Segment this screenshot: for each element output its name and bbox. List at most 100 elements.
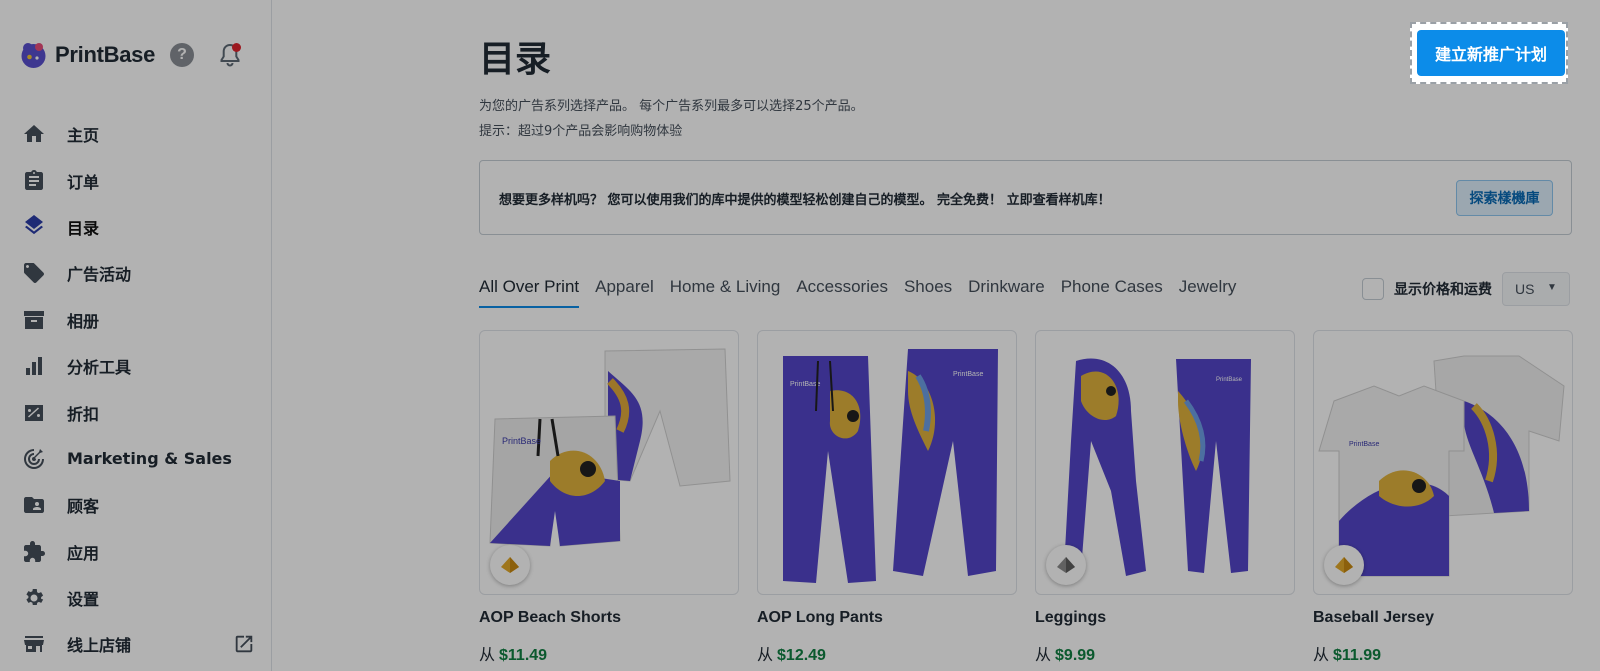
svg-text:PrintBase: PrintBase [953, 371, 983, 378]
main-content: 目录 为您的广告系列选择产品。 每个广告系列最多可以选择25个产品。 提示：超过… [272, 0, 1600, 671]
svg-text:PrintBase: PrintBase [1349, 441, 1379, 448]
product-price: 从 $12.49 [757, 641, 1017, 665]
sidebar-item-orders[interactable]: 订单 [0, 157, 272, 203]
product-price: 从 $11.49 [479, 641, 739, 665]
svg-text:PrintBase: PrintBase [502, 436, 541, 446]
tab-all-over-print[interactable]: All Over Print [479, 276, 580, 308]
sidebar-item-label: 设置 [67, 590, 100, 610]
product-image[interactable]: PrintBase PrintBase [757, 330, 1017, 595]
explore-mockup-library-button[interactable]: 探索樣機庫 [1456, 180, 1553, 216]
tab-shoes[interactable]: Shoes [904, 276, 952, 308]
product-card[interactable]: PrintBase Baseball Jersey 从 $11.99 [1313, 330, 1573, 665]
sidebar-item-label: 相册 [67, 311, 100, 331]
silver-diamond-icon [1046, 545, 1086, 585]
notification-dot [232, 43, 241, 52]
sidebar-item-discounts[interactable]: 折扣 [0, 389, 272, 435]
sidebar-item-campaigns[interactable]: 广告活动 [0, 250, 272, 296]
svg-text:PrintBase: PrintBase [1216, 377, 1243, 383]
price-prefix: 从 [757, 645, 774, 664]
show-price-toggle: 显示价格和运费 [1362, 277, 1492, 301]
gear-icon [22, 586, 46, 610]
tab-accessories[interactable]: Accessories [796, 276, 888, 308]
price-value: $11.49 [499, 647, 548, 664]
page-subtitle: 为您的广告系列选择产品。 每个广告系列最多可以选择25个产品。 [479, 99, 864, 114]
create-campaign-focus-ring: 建立新推广计划 [1410, 22, 1568, 84]
product-card[interactable]: PrintBase Leggings 从 $9.99 [1035, 330, 1295, 665]
sidebar-item-label: 主页 [67, 126, 100, 146]
sidebar-item-label: 广告活动 [67, 265, 132, 285]
mockup-library-banner: 想要更多样机吗？ 您可以使用我们的库中提供的模型轻松创建自己的模型。 完全免费！… [479, 160, 1572, 235]
store-icon [22, 632, 46, 656]
tab-drinkware[interactable]: Drinkware [968, 276, 1045, 308]
caret-down-icon: ▼ [1547, 282, 1557, 293]
discount-icon [22, 401, 46, 425]
create-campaign-button[interactable]: 建立新推广计划 [1417, 30, 1565, 76]
gold-diamond-icon [1324, 545, 1364, 585]
price-value: $11.99 [1333, 647, 1382, 664]
sidebar-item-online-store[interactable]: 线上店铺 [0, 621, 272, 667]
product-image[interactable]: PrintBase [1313, 330, 1573, 595]
sidebar-nav: 主页 订单 目录 广告活动 相册 分析工具 折扣 Marketing & Sal… [0, 111, 272, 668]
tab-home-living[interactable]: Home & Living [670, 276, 781, 308]
product-name[interactable]: Leggings [1035, 609, 1295, 627]
sidebar-item-label: 目录 [67, 218, 100, 238]
brand[interactable]: PrintBase [20, 40, 155, 70]
product-card[interactable]: PrintBase PrintBase AOP Long Pants 从 $12.… [757, 330, 1017, 665]
puzzle-icon [22, 540, 46, 564]
sidebar: PrintBase ? 主页 订单 目录 广告活动 相册 分析工具 折扣 Mar… [0, 0, 272, 671]
sidebar-item-label: 折扣 [67, 404, 100, 424]
archive-icon [22, 308, 46, 332]
sidebar-item-marketing[interactable]: Marketing & Sales [0, 436, 272, 482]
brand-name: PrintBase [55, 42, 156, 67]
sidebar-item-label: 应用 [67, 543, 100, 563]
category-tabs: All Over Print Apparel Home & Living Acc… [479, 276, 1252, 308]
tab-apparel[interactable]: Apparel [595, 276, 654, 308]
svg-text:PrintBase: PrintBase [790, 381, 820, 388]
price-prefix: 从 [479, 645, 496, 664]
clipboard-icon [22, 169, 46, 193]
sidebar-item-analytics[interactable]: 分析工具 [0, 343, 272, 389]
tab-jewelry[interactable]: Jewelry [1179, 276, 1237, 308]
sidebar-item-label: 分析工具 [67, 358, 132, 378]
product-image[interactable]: PrintBase [1035, 330, 1295, 595]
sidebar-item-customers[interactable]: 顾客 [0, 482, 272, 528]
product-name[interactable]: AOP Long Pants [757, 609, 1017, 627]
product-price: 从 $11.99 [1313, 641, 1573, 665]
product-price: 从 $9.99 [1035, 641, 1295, 665]
sidebar-item-label: Marketing & Sales [67, 449, 232, 469]
price-prefix: 从 [1313, 645, 1330, 664]
banner-text: 想要更多样机吗？ 您可以使用我们的库中提供的模型轻松创建自己的模型。 完全免费！… [499, 193, 1111, 208]
external-link-icon[interactable] [233, 633, 255, 655]
price-value: $12.49 [777, 647, 826, 664]
product-image[interactable]: PrintBase [479, 330, 739, 595]
sidebar-item-settings[interactable]: 设置 [0, 575, 272, 621]
gold-diamond-icon [490, 545, 530, 585]
help-icon[interactable]: ? [170, 43, 194, 67]
sidebar-item-apps[interactable]: 应用 [0, 529, 272, 575]
bar-chart-icon [22, 354, 46, 378]
long-pants-mockup: PrintBase PrintBase [783, 349, 998, 583]
price-prefix: 从 [1035, 645, 1052, 664]
product-card[interactable]: PrintBase AOP Beach Shorts 从 $11.49 [479, 330, 739, 665]
product-name[interactable]: AOP Beach Shorts [479, 609, 739, 627]
target-icon [22, 447, 46, 471]
product-name[interactable]: Baseball Jersey [1313, 609, 1573, 627]
page-title: 目录 [479, 39, 552, 80]
sidebar-item-home[interactable]: 主页 [0, 111, 272, 157]
sidebar-item-label: 订单 [67, 172, 100, 192]
page-hint: 提示：超过9个产品会影响购物体验 [479, 124, 683, 139]
price-value: $9.99 [1055, 647, 1096, 664]
sidebar-item-label: 线上店铺 [67, 636, 132, 656]
currency-select[interactable]: US ▼ [1502, 272, 1570, 306]
currency-value: US [1515, 281, 1535, 297]
customer-icon [22, 493, 46, 517]
sidebar-item-catalog[interactable]: 目录 [0, 204, 272, 250]
tab-phone-cases[interactable]: Phone Cases [1061, 276, 1163, 308]
sidebar-item-label: 顾客 [67, 497, 100, 517]
show-price-label: 显示价格和运费 [1394, 282, 1492, 298]
home-icon [22, 122, 46, 146]
show-price-checkbox[interactable] [1362, 278, 1384, 300]
sidebar-item-albums[interactable]: 相册 [0, 297, 272, 343]
printbase-logo-icon [21, 42, 46, 68]
tags-icon [22, 261, 46, 285]
